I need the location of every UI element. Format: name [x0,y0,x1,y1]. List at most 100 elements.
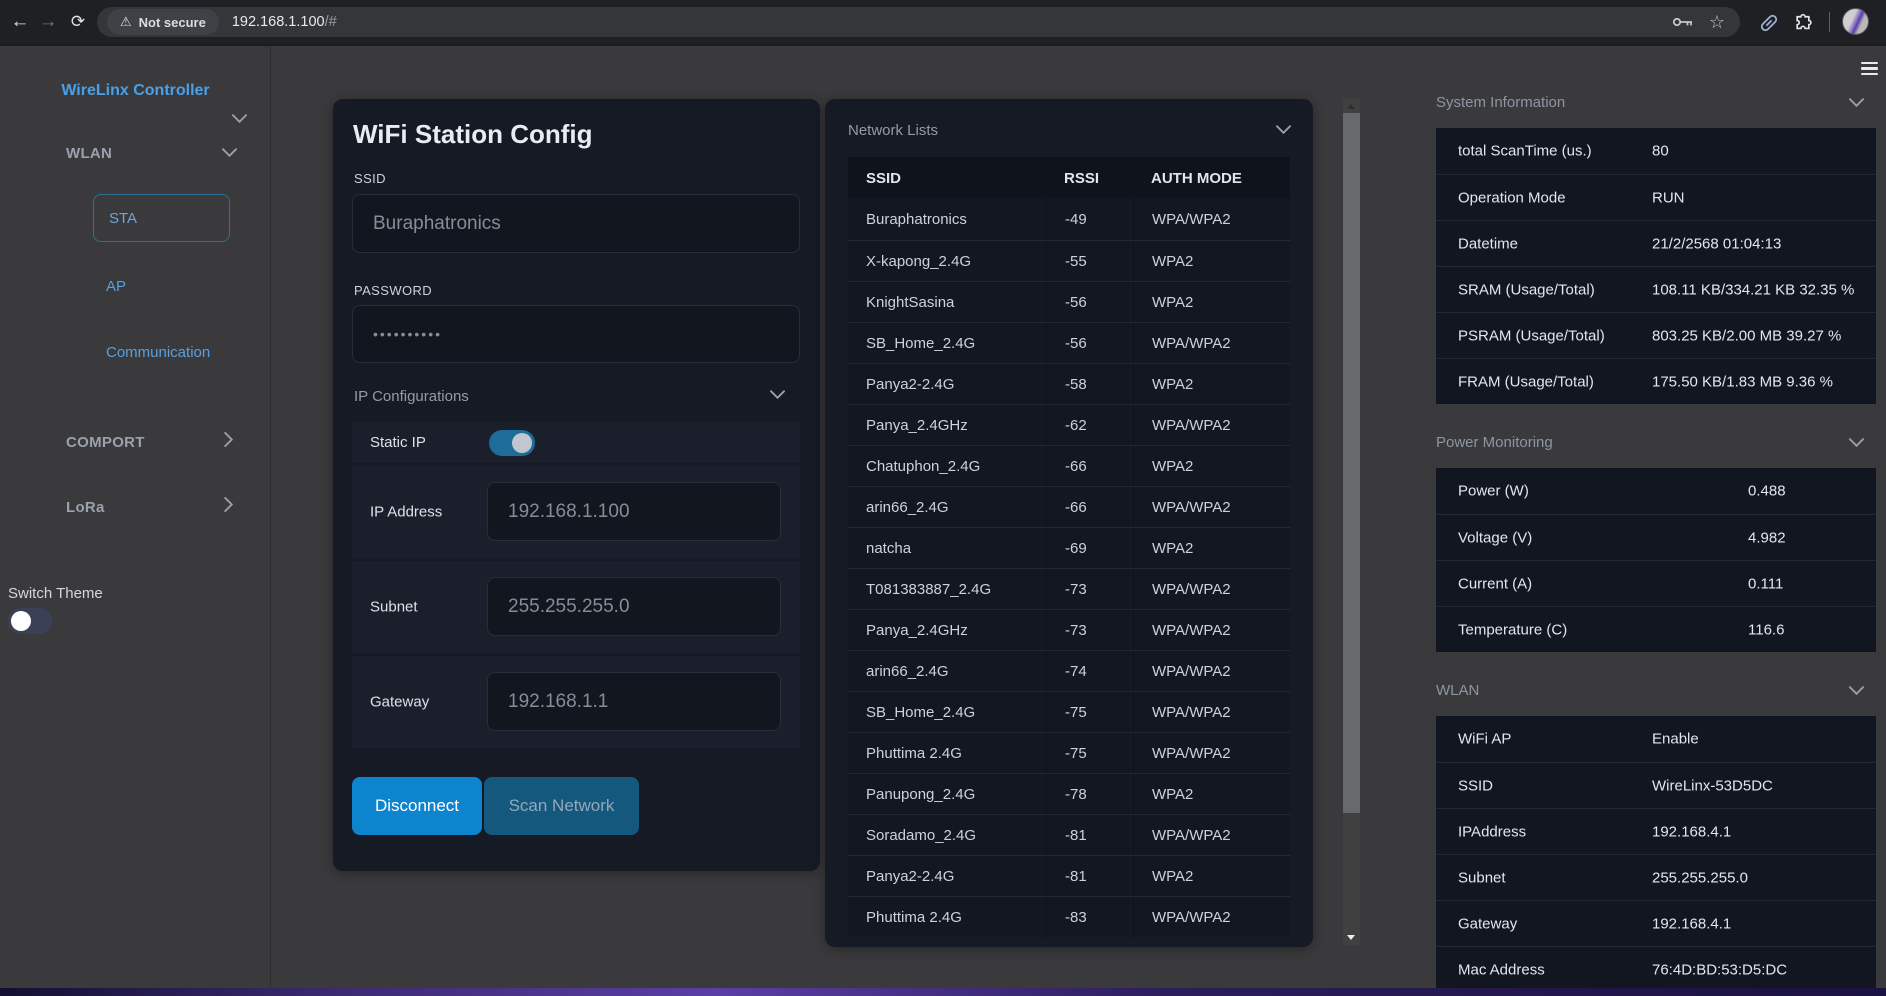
network-row[interactable]: SB_Home_2.4G-75WPA/WPA2 [848,691,1290,732]
info-label: WiFi AP [1458,731,1511,748]
network-row[interactable]: Soradamo_2.4G-81WPA/WPA2 [848,814,1290,855]
network-row[interactable]: Panya_2.4GHz-73WPA/WPA2 [848,609,1290,650]
chevron-down-icon[interactable] [1276,125,1291,134]
network-table: SSID RSSI AUTH MODE Buraphatronics-49WPA… [848,157,1290,937]
forward-icon[interactable]: → [34,8,62,36]
chevron-right-icon[interactable] [224,497,233,512]
chevron-down-icon[interactable] [1849,686,1864,695]
chevron-right-icon[interactable] [224,432,233,447]
theme-toggle[interactable] [8,608,52,634]
menu-hamburger-icon[interactable] [1861,62,1878,75]
network-cell: WPA/WPA2 [1133,815,1290,855]
chevron-down-icon[interactable] [222,148,237,157]
info-label: Temperature (C) [1458,621,1567,638]
network-cell: WPA/WPA2 [1133,487,1290,527]
info-row: total ScanTime (us.)80 [1436,128,1876,174]
network-cell: arin66_2.4G [848,651,1046,691]
info-label: Subnet [1458,869,1506,886]
scan-network-button[interactable]: Scan Network [484,777,639,835]
sidebar-item-lora[interactable]: LoRa [66,499,105,516]
sidebar-item-ap[interactable]: AP [106,278,126,295]
station-config-card: WiFi Station Config SSID Buraphatronics … [333,99,820,871]
info-label: SRAM (Usage/Total) [1458,281,1595,298]
network-row[interactable]: KnightSasina-56WPA2 [848,281,1290,322]
network-cell: Buraphatronics [848,199,1046,240]
network-row[interactable]: T081383887_2.4G-73WPA/WPA2 [848,568,1290,609]
not-secure-badge[interactable]: ⚠ Not secure [107,9,219,35]
gateway-label: Gateway [370,694,429,711]
sidebar-item-wlan[interactable]: WLAN [66,145,112,162]
network-cell: Panya_2.4GHz [848,610,1046,650]
info-value: 192.168.4.1 [1652,823,1731,840]
password-key-icon[interactable] [1670,9,1696,35]
info-row: Gateway192.168.4.1 [1436,900,1876,946]
network-row[interactable]: Panya2-2.4G-81WPA2 [848,855,1290,896]
network-cell: Chatuphon_2.4G [848,446,1046,486]
info-value: 192.168.4.1 [1652,915,1731,932]
network-row[interactable]: Panya_2.4GHz-62WPA/WPA2 [848,404,1290,445]
network-rows: Buraphatronics-49WPA/WPA2X-kapong_2.4G-5… [848,199,1290,937]
network-cell: -55 [1046,241,1133,281]
scrollbar[interactable] [1343,99,1360,945]
network-row[interactable]: SB_Home_2.4G-56WPA/WPA2 [848,322,1290,363]
info-label: Voltage (V) [1458,529,1532,546]
chevron-down-icon[interactable] [1849,438,1864,447]
info-row: Mac Address76:4D:BD:53:D5:DC [1436,946,1876,992]
link-extension-icon[interactable] [1756,10,1782,36]
network-row[interactable]: Phuttima 2.4G-83WPA/WPA2 [848,896,1290,937]
network-row[interactable]: Chatuphon_2.4G-66WPA2 [848,445,1290,486]
subnet-input[interactable]: 255.255.255.0 [487,577,781,636]
network-row[interactable]: Panya2-2.4G-58WPA2 [848,363,1290,404]
password-label: PASSWORD [354,283,432,298]
network-row[interactable]: X-kapong_2.4G-55WPA2 [848,240,1290,281]
network-cell: -73 [1046,610,1133,650]
password-input[interactable]: •••••••••• [352,305,800,363]
scrollbar-thumb[interactable] [1343,113,1360,813]
section-header[interactable]: System Information [1436,94,1878,114]
network-row[interactable]: arin66_2.4G-66WPA/WPA2 [848,486,1290,527]
gateway-row: Gateway 192.168.1.1 [352,656,800,748]
network-cell: WPA/WPA2 [1133,610,1290,650]
gateway-input[interactable]: 192.168.1.1 [487,672,781,731]
info-row: SSIDWireLinx-53D5DC [1436,762,1876,808]
network-cell: -75 [1046,692,1133,732]
network-row[interactable]: natcha-69WPA2 [848,527,1290,568]
extensions-puzzle-icon[interactable] [1790,10,1816,36]
info-value: 116.6 [1748,621,1784,638]
section-title: System Information [1436,94,1565,111]
chevron-down-icon[interactable] [232,114,247,123]
network-cell: WPA/WPA2 [1133,323,1290,363]
static-ip-toggle[interactable] [489,430,535,456]
info-label: PSRAM (Usage/Total) [1458,327,1605,344]
network-row[interactable]: Buraphatronics-49WPA/WPA2 [848,199,1290,240]
network-cell: -69 [1046,528,1133,568]
page-content: WireLinx Controller WLAN STA AP Communic… [0,44,1886,996]
subnet-row: Subnet 255.255.255.0 [352,561,800,653]
section-header[interactable]: WLAN [1436,682,1878,702]
chevron-down-icon[interactable] [1849,98,1864,107]
address-bar[interactable]: ⚠ Not secure 192.168.1.100/# ☆ [97,7,1740,37]
sidebar-item-comport[interactable]: COMPORT [66,434,145,451]
ip-address-input[interactable]: 192.168.1.100 [487,482,781,541]
chevron-down-icon[interactable] [770,390,785,399]
network-row[interactable]: arin66_2.4G-74WPA/WPA2 [848,650,1290,691]
section-header[interactable]: Power Monitoring [1436,434,1878,454]
ssid-input[interactable]: Buraphatronics [352,194,800,253]
network-cell: Phuttima 2.4G [848,733,1046,773]
sidebar-item-communication[interactable]: Communication [106,344,210,361]
bookmark-star-icon[interactable]: ☆ [1704,9,1730,35]
back-icon[interactable]: ← [6,8,34,36]
reload-icon[interactable]: ⟳ [64,8,92,36]
network-row[interactable]: Panupong_2.4G-78WPA2 [848,773,1290,814]
network-row[interactable]: Phuttima 2.4G-75WPA/WPA2 [848,732,1290,773]
scroll-up-arrow-icon[interactable] [1347,104,1355,109]
disconnect-button[interactable]: Disconnect [352,777,482,835]
network-cell: WPA2 [1133,446,1290,486]
info-row: PSRAM (Usage/Total)803.25 KB/2.00 MB 39.… [1436,312,1876,358]
network-cell: WPA/WPA2 [1133,897,1290,937]
network-cell: -81 [1046,815,1133,855]
sidebar-item-sta[interactable]: STA [93,194,230,242]
profile-avatar[interactable] [1842,8,1869,35]
scroll-down-arrow-icon[interactable] [1347,935,1355,940]
info-row: Temperature (C) 116.6 [1436,606,1876,652]
